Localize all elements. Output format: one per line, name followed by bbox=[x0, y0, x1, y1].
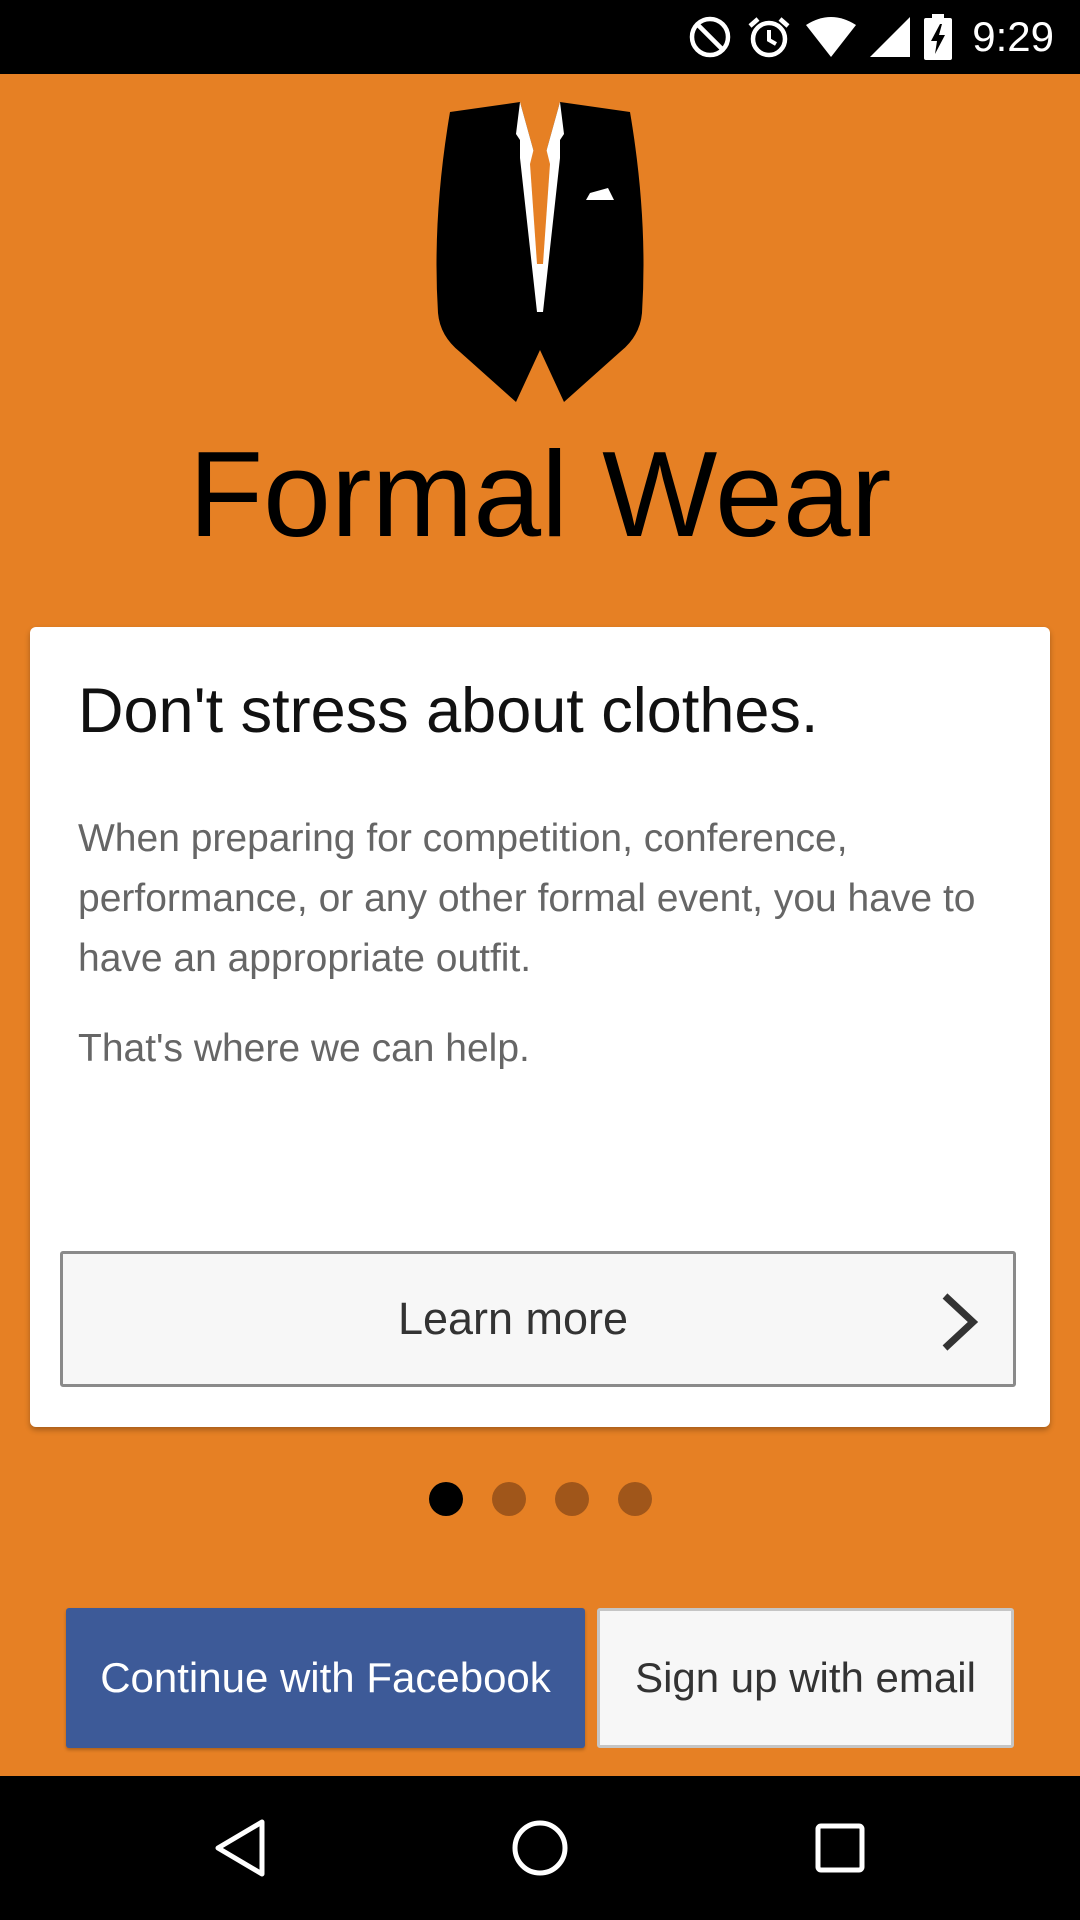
continue-with-facebook-button[interactable]: Continue with Facebook bbox=[66, 1608, 585, 1748]
learn-more-label: Learn more bbox=[397, 1293, 629, 1344]
learn-more-button[interactable]: Learn more bbox=[60, 1251, 1016, 1387]
alarm-icon bbox=[746, 14, 792, 60]
status-time: 9:29 bbox=[972, 13, 1054, 60]
home-icon[interactable] bbox=[460, 1776, 620, 1920]
status-icons: 9:29 bbox=[688, 0, 1054, 74]
battery-charging-icon bbox=[924, 14, 953, 60]
do-not-disturb-icon bbox=[688, 15, 732, 59]
pager-dot-4[interactable] bbox=[617, 1482, 652, 1516]
back-icon[interactable] bbox=[160, 1776, 320, 1920]
pager-dot-1[interactable] bbox=[428, 1482, 463, 1516]
navigation-bar bbox=[0, 1776, 1080, 1920]
app-title: Formal Wear bbox=[188, 426, 892, 562]
pager-dot-3[interactable] bbox=[554, 1482, 589, 1516]
pager-indicator bbox=[0, 1482, 1080, 1518]
sign-up-with-email-button[interactable]: Sign up with email bbox=[597, 1608, 1014, 1748]
suit-jacket-logo bbox=[420, 98, 660, 408]
card-heading: Don't stress about clothes. bbox=[78, 676, 819, 746]
pager-dot-2[interactable] bbox=[491, 1482, 526, 1516]
screen: 9:29 Formal Wear Don't stress about clot… bbox=[0, 0, 1080, 1920]
recents-icon[interactable] bbox=[760, 1776, 920, 1920]
card-body-text: When preparing for competition, conferen… bbox=[78, 817, 976, 980]
status-bar: 9:29 bbox=[0, 0, 1080, 74]
onboarding-card: Don't stress about clothes. When prepari… bbox=[30, 627, 1050, 1427]
card-body-text-secondary: That's where we can help. bbox=[78, 1027, 530, 1070]
cell-signal-icon bbox=[870, 17, 911, 57]
chevron-right-icon bbox=[939, 1292, 979, 1352]
wifi-icon bbox=[806, 17, 857, 57]
